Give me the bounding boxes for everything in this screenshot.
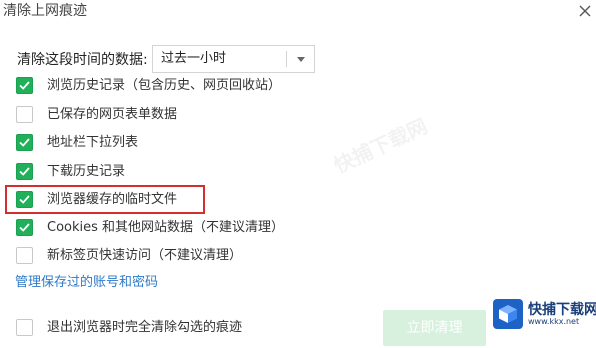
time-range-label: 清除这段时间的数据: [17,52,148,68]
checkbox-unchecked-icon[interactable] [16,319,33,336]
site-logo: 快捕下载网 www.kkx.net [488,295,596,340]
watermark: 快捕下载网 [330,113,432,178]
option-label: 退出浏览器时完全清除勾选的痕迹 [47,320,243,335]
option-label: 浏览历史记录（包含历史、网页回收站） [47,78,282,93]
checkbox-unchecked-icon[interactable] [16,106,33,123]
close-icon[interactable] [578,4,592,18]
clear-history-dialog: 清除上网痕迹 清除这段时间的数据: 过去一小时 浏览历史记录（包含历史、网页回收… [0,0,596,348]
checkbox-checked-icon[interactable] [16,219,33,236]
checkbox-checked-icon[interactable] [16,77,33,94]
time-range-select[interactable]: 过去一小时 [152,45,315,73]
highlight-box [5,185,205,214]
chevron-down-icon [297,57,305,62]
option-label: 已保存的网页表单数据 [47,107,178,122]
option-label: Cookies 和其他网站数据（不建议清理） [47,220,285,235]
select-divider [286,51,287,67]
logo-name: 快捕下载网 [528,302,596,318]
checkbox-checked-icon[interactable] [16,134,33,151]
checkbox-unchecked-icon[interactable] [16,247,33,264]
logo-url: www.kkx.net [528,317,580,326]
time-range-value: 过去一小时 [161,51,227,66]
dialog-title: 清除上网痕迹 [3,3,87,19]
option-label: 地址栏下拉列表 [47,135,139,150]
clear-now-button[interactable]: 立即清理 [383,310,486,346]
option-label: 新标签页快速访问（不建议清理） [47,248,243,263]
checkbox-checked-icon[interactable] [16,163,33,180]
logo-cube-icon [493,299,523,329]
option-label: 下载历史记录 [47,164,126,179]
manage-passwords-link[interactable]: 管理保存过的账号和密码 [15,274,158,292]
